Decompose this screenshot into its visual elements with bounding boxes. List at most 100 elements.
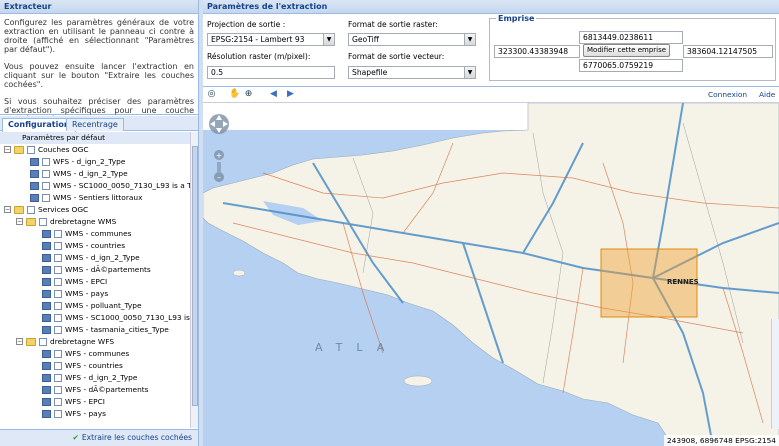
collapse-icon[interactable]: − xyxy=(16,338,23,345)
tab-configuration[interactable]: Configuration xyxy=(2,118,76,132)
tree-layer-item[interactable]: WFS - EPCI xyxy=(0,396,190,408)
layer-checkbox[interactable] xyxy=(54,350,62,358)
vector-format-select[interactable]: Shapefile ▼ xyxy=(348,66,476,79)
resolution-input[interactable]: 0.5 xyxy=(207,66,335,79)
tree-layer-item[interactable]: WMS - communes xyxy=(0,228,190,240)
layer-checkbox[interactable] xyxy=(54,374,62,382)
layer-checkbox[interactable] xyxy=(54,314,62,322)
tree-root-item[interactable]: Paramètres par défaut xyxy=(0,132,190,144)
layer-checkbox[interactable] xyxy=(54,302,62,310)
layer-icon xyxy=(42,314,51,322)
tree-layer-item[interactable]: WMS - EPCI xyxy=(0,276,190,288)
blank-tile xyxy=(203,103,528,130)
tree-layer-item[interactable]: WMS - SC1000_0050_7130_L93 is a T... xyxy=(0,312,190,324)
pan-control[interactable] xyxy=(209,114,229,134)
map-scrollbar[interactable] xyxy=(771,319,779,429)
tree-scrollbar[interactable] xyxy=(190,132,198,428)
layer-checkbox[interactable] xyxy=(27,146,35,154)
emprise-south-input[interactable]: 6770065.0759219 xyxy=(579,59,683,72)
modify-emprise-button[interactable]: Modifier cette emprise xyxy=(583,44,671,57)
params-title: Paramètres de l'extraction xyxy=(203,0,779,14)
tree-layer-item[interactable]: WMS - tasmania_cities_Type xyxy=(0,324,190,336)
zoom-in-button[interactable]: + xyxy=(214,150,224,160)
collapse-icon[interactable]: − xyxy=(4,146,11,153)
tab-recentrage[interactable]: Recentrage xyxy=(66,118,124,131)
tree-folder[interactable]: − Couches OGC xyxy=(0,144,190,156)
zoom-icon[interactable]: ⊕ xyxy=(243,89,254,100)
emprise-west-input[interactable]: 323300.43383948 xyxy=(494,45,580,58)
city-label: RENNES xyxy=(667,278,699,286)
layer-checkbox[interactable] xyxy=(27,206,35,214)
layer-checkbox[interactable] xyxy=(54,266,62,274)
tree-layer-item[interactable]: WMS - polluant_Type xyxy=(0,300,190,312)
layer-icon xyxy=(42,398,51,406)
layer-checkbox[interactable] xyxy=(39,338,47,346)
tab-bar: Configuration Recentrage xyxy=(0,116,198,132)
layer-checkbox[interactable] xyxy=(54,278,62,286)
projection-select[interactable]: EPSG:2154 - Lambert 93 ▼ xyxy=(207,33,335,46)
layer-checkbox[interactable] xyxy=(54,410,62,418)
chevron-down-icon[interactable]: ▼ xyxy=(464,34,475,45)
layer-checkbox[interactable] xyxy=(54,242,62,250)
layer-icon xyxy=(42,230,51,238)
layer-checkbox[interactable] xyxy=(42,170,50,178)
layer-checkbox[interactable] xyxy=(54,398,62,406)
tree-item-label: WMS - d_ign_2_Type xyxy=(65,253,140,262)
globe-icon[interactable]: ◎ xyxy=(206,89,217,100)
layer-icon xyxy=(42,326,51,334)
layer-checkbox[interactable] xyxy=(54,290,62,298)
intro-text: Configurez les paramètres généraux de vo… xyxy=(0,14,198,133)
zoom-slider[interactable] xyxy=(217,162,221,172)
layer-icon xyxy=(30,158,39,166)
collapse-icon[interactable]: − xyxy=(4,206,11,213)
layer-checkbox[interactable] xyxy=(54,254,62,262)
tree-layer-item[interactable]: WFS - dÃ©partements xyxy=(0,384,190,396)
intro-paragraph-2: Vous pouvez ensuite lancer l'extraction … xyxy=(4,62,194,89)
tree-layer-item[interactable]: WMS - dÃ©partements xyxy=(0,264,190,276)
tree-layer-item[interactable]: WMS - pays xyxy=(0,288,190,300)
scrollbar-thumb[interactable] xyxy=(192,146,198,406)
layer-checkbox[interactable] xyxy=(42,158,50,166)
tree-folder[interactable]: − drebretagne WMS xyxy=(0,216,190,228)
emprise-east-input[interactable]: 383604.12147505 xyxy=(683,45,773,58)
chevron-down-icon[interactable]: ▼ xyxy=(323,34,334,45)
tree-layer-item[interactable]: WMS - countries xyxy=(0,240,190,252)
collapse-icon[interactable]: − xyxy=(16,218,23,225)
tree-layer-item[interactable]: WFS - pays xyxy=(0,408,190,420)
vector-format-label: Format de sortie vecteur: xyxy=(348,52,445,61)
layer-checkbox[interactable] xyxy=(54,386,62,394)
tree-item-label: WMS - dÃ©partements xyxy=(65,265,151,274)
raster-format-select[interactable]: GeoTiff ▼ xyxy=(348,33,476,46)
previous-icon[interactable]: ◀ xyxy=(268,89,279,100)
tree-item-label: Paramètres par défaut xyxy=(22,133,106,142)
tree-layer-item[interactable]: WMS - d_ign_2_Type xyxy=(0,252,190,264)
layer-checkbox[interactable] xyxy=(42,194,50,202)
chevron-down-icon[interactable]: ▼ xyxy=(464,67,475,78)
tree-layer-item[interactable]: WFS - d_ign_2_Type xyxy=(0,372,190,384)
extract-label: Extraire les couches cochées xyxy=(81,433,192,442)
tree-folder[interactable]: − drebretagne WFS xyxy=(0,336,190,348)
layer-checkbox[interactable] xyxy=(39,218,47,226)
emprise-north-input[interactable]: 6813449.0238611 xyxy=(579,31,683,44)
tree-layer-item[interactable]: WMS - Sentiers littoraux xyxy=(0,192,190,204)
pan-hand-icon[interactable]: ✋ xyxy=(229,89,240,100)
tree-layer-item[interactable]: WFS - d_ign_2_Type xyxy=(0,156,190,168)
connexion-link[interactable]: Connexion xyxy=(708,90,747,99)
next-icon[interactable]: ▶ xyxy=(285,89,296,100)
layer-icon xyxy=(42,350,51,358)
layer-checkbox[interactable] xyxy=(54,326,62,334)
tree-layer-item[interactable]: WMS - d_ign_2_Type xyxy=(0,168,190,180)
layer-checkbox[interactable] xyxy=(42,182,50,190)
tree-layer-item[interactable]: WFS - communes xyxy=(0,348,190,360)
tree-layer-item[interactable]: WFS - countries xyxy=(0,360,190,372)
tree-folder[interactable]: − Services OGC xyxy=(0,204,190,216)
zoom-out-button[interactable]: – xyxy=(214,172,224,182)
layer-checkbox[interactable] xyxy=(54,230,62,238)
layer-checkbox[interactable] xyxy=(54,362,62,370)
layer-icon xyxy=(42,302,51,310)
aide-link[interactable]: Aide xyxy=(759,90,775,99)
extract-layers-button[interactable]: ✔ Extraire les couches cochées xyxy=(73,433,193,442)
map-viewport[interactable]: RENNES ATLA + – 243908, 6896748 EPSG:215… xyxy=(203,103,779,446)
folder-icon xyxy=(14,146,24,154)
tree-layer-item[interactable]: WMS - SC1000_0050_7130_L93 is a T... xyxy=(0,180,190,192)
